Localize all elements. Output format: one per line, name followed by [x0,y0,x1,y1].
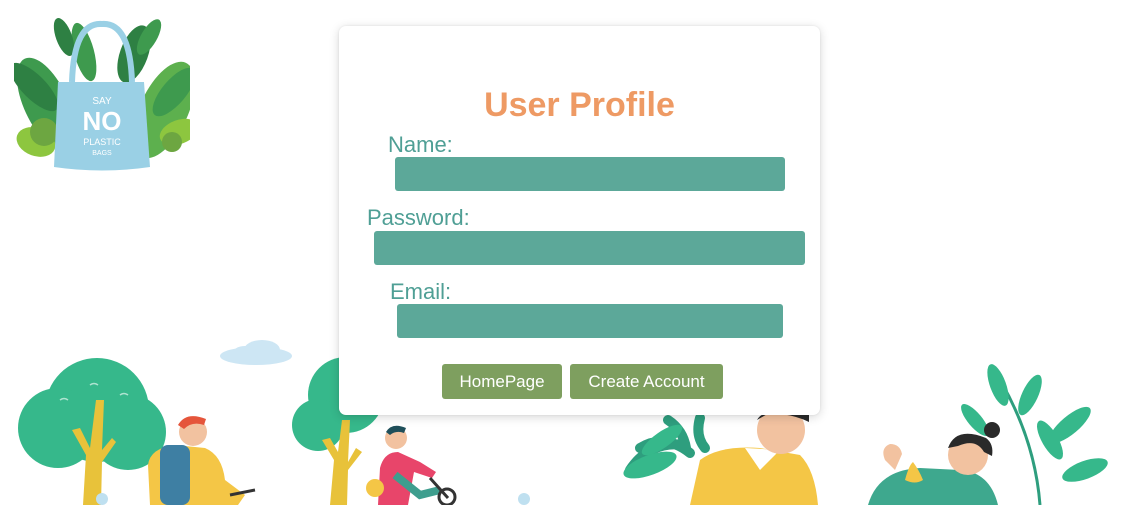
name-input[interactable] [395,157,785,191]
homepage-button[interactable]: HomePage [442,364,562,399]
person-right-icon [623,406,818,505]
cyclist-middle-icon [366,425,457,505]
email-input[interactable] [397,304,783,338]
password-label: Password: [367,205,470,230]
no-plastic-bags-logo: SAY NO PLASTIC BAGS [14,18,190,171]
name-label: Name: [388,132,453,157]
logo-text-plastic: PLASTIC [83,137,121,147]
tree-left-icon [18,358,166,505]
user-profile-card: User Profile Name: Password: Email: Home… [339,26,820,415]
cloud-icon [220,340,292,365]
person-woman-icon [868,422,1000,505]
password-input[interactable] [374,231,805,265]
page-title: User Profile [484,86,675,124]
logo-text-bags: BAGS [92,150,112,157]
email-label: Email: [390,279,452,304]
create-account-button[interactable]: Create Account [570,364,723,399]
logo-text-no: NO [83,106,122,136]
